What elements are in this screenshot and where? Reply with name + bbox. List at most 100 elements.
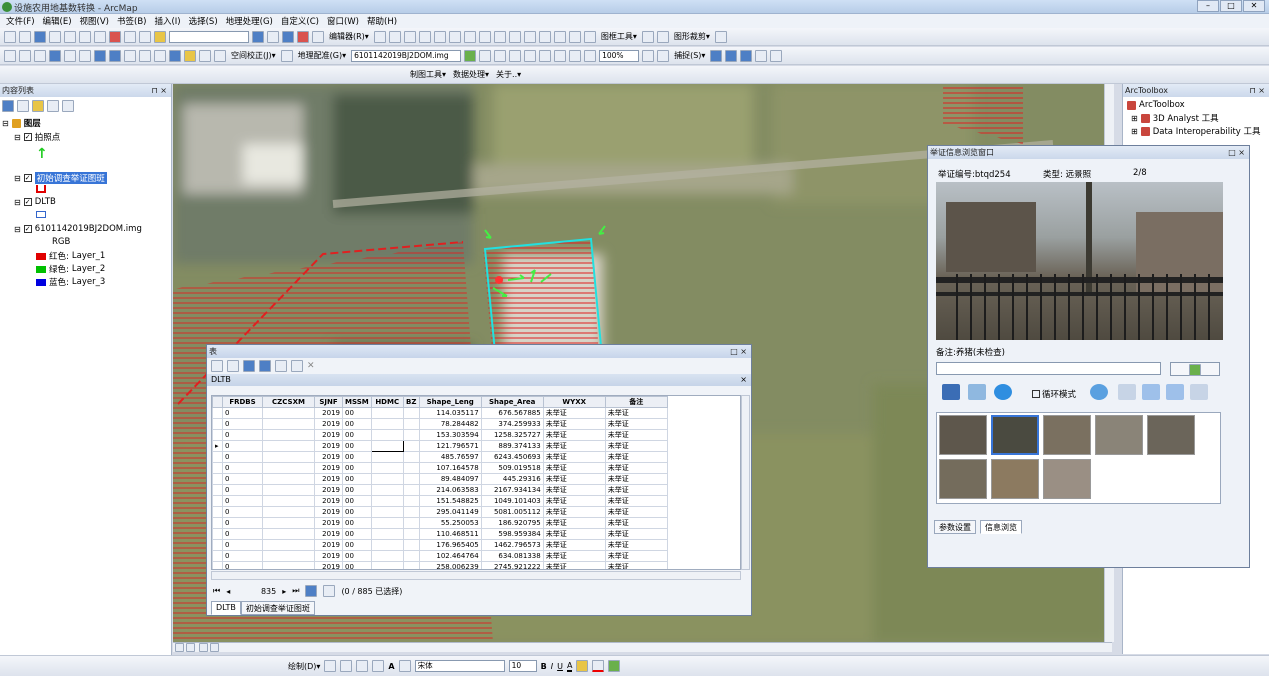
table-cell[interactable]: 0 [222,440,263,452]
table-cell[interactable]: 0 [222,517,263,529]
toolbox-item-3d-analyst[interactable]: ⊞ 3D Analyst 工具 [1131,112,1219,124]
table-cell[interactable]: 1462.796573 [480,539,544,551]
table-cell[interactable]: 55.250053 [418,517,482,529]
select-elements-icon[interactable] [324,660,337,672]
export-photo-button[interactable] [968,384,986,400]
table-cell[interactable]: 未举证 [604,407,668,419]
table-cell[interactable]: 未举证 [542,539,606,551]
table-cell[interactable] [370,407,404,419]
table-cell[interactable] [370,550,404,562]
table-cell[interactable]: 2019 [314,506,343,518]
table-cell[interactable]: 未举证 [542,418,606,430]
table-cell[interactable]: 未举证 [604,517,668,529]
column-header[interactable]: WYXX [542,396,606,408]
photo-thumbnail[interactable] [1147,415,1195,455]
delete-icon[interactable] [109,30,121,43]
column-header[interactable]: Shape_Area [480,396,544,408]
scale-combo[interactable] [169,30,249,43]
select-elements-icon[interactable] [154,49,166,62]
table-cell[interactable]: 0 [222,451,263,463]
table-cell[interactable] [370,495,404,507]
back-extent-icon[interactable] [94,49,106,62]
toolbox-item-data-interop[interactable]: ⊞ Data Interoperability 工具 [1131,125,1261,137]
table-cell[interactable]: 2019 [314,484,343,496]
table-row[interactable]: 0 2019 00 107.164578 509.019518 未举证 未举证 [212,462,668,474]
sketch-properties-icon[interactable] [478,30,491,43]
menu-geoprocessing[interactable]: 地理处理(G) [226,15,273,27]
table-cell[interactable]: 2019 [314,550,343,562]
show-selected-records-icon[interactable] [323,585,336,597]
hyperlink-icon[interactable] [184,49,196,62]
fill-color-icon[interactable] [576,660,589,672]
save-photo-button[interactable] [942,384,960,400]
table-cell[interactable]: 00 [342,440,372,452]
photo-thumbnail[interactable] [939,415,987,455]
table-cell[interactable] [370,429,404,441]
table-cell[interactable]: 0 [222,495,263,507]
menu-windows[interactable]: 窗口(W) [327,15,359,27]
switch-selection-icon[interactable] [259,360,271,372]
table-row[interactable]: 0 2019 00 102.464764 634.081338 未举证 未举证 [212,550,668,562]
table-cell[interactable]: 1049.101403 [480,495,544,507]
zoom-percent-combo[interactable]: 100% [599,49,640,62]
table-vertical-scrollbar[interactable] [741,395,750,570]
table-cell[interactable]: 110.468511 [418,528,482,540]
table-cell[interactable]: 2019 [314,429,343,441]
point-snap-icon[interactable] [710,49,723,62]
table-cell[interactable]: 未举证 [604,440,668,452]
pause-drawing-icon[interactable] [210,643,219,652]
table-cell[interactable]: 00 [342,561,372,569]
table-cell[interactable] [262,539,315,551]
table-cell[interactable]: 未举证 [604,484,668,496]
table-cell[interactable] [262,561,315,569]
table-cell[interactable]: 0 [222,539,263,551]
table-cell[interactable]: 2019 [314,407,343,419]
frame-tools-menu[interactable]: 图框工具▾ [599,31,639,42]
table-cell[interactable] [402,440,420,452]
trace-icon[interactable] [418,30,431,43]
table-cell[interactable]: 2019 [314,561,343,569]
table-row[interactable]: 0 2019 00 485.76597 6243.450693 未举证 未举证 [212,451,668,463]
add-data-icon[interactable] [154,30,166,43]
row-selector[interactable]: ▸ [212,440,223,452]
table-cell[interactable] [402,473,420,485]
draw-menu[interactable]: 绘制(D)▾ [288,661,320,672]
table-cell[interactable]: 0 [222,418,263,430]
table-cell[interactable]: 未举证 [542,506,606,518]
table-cell[interactable] [262,407,315,419]
editor-toolbar-icon[interactable] [252,30,264,43]
table-cell[interactable]: 未举证 [604,429,668,441]
view-link-table-icon[interactable] [494,49,507,62]
split-icon[interactable] [433,30,446,43]
catalog-icon[interactable] [282,30,294,43]
table-cell[interactable] [370,451,404,463]
maximize-button[interactable]: □ [1220,0,1242,12]
forward-extent-icon[interactable] [109,49,121,62]
table-cell[interactable]: 未举证 [604,506,668,518]
photo-thumbnail[interactable] [991,415,1039,455]
north-arrow-icon[interactable] [656,30,669,43]
table-cell[interactable]: 0 [222,506,263,518]
edit-vertices-icon[interactable] [398,660,411,672]
undo-icon[interactable] [124,30,136,43]
redo-icon[interactable] [139,30,151,43]
table-cell[interactable]: 485.76597 [418,451,482,463]
column-header[interactable]: Shape_Leng [418,396,482,408]
fixed-zoom-in-icon[interactable] [64,49,76,62]
table-row[interactable]: 0 2019 00 214.063583 2167.934134 未举证 未举证 [212,484,668,496]
layer-checkbox[interactable]: ✓ [23,174,32,182]
table-cell[interactable]: 186.920795 [480,517,544,529]
full-extent-icon[interactable] [49,49,61,62]
text-tool-icon[interactable]: A [388,662,394,671]
table-cell[interactable]: 2019 [314,473,343,485]
arctoolbox-icon[interactable] [297,30,309,43]
topology-icon[interactable] [493,30,506,43]
attributes-icon[interactable] [463,30,476,43]
menu-selection[interactable]: 选择(S) [189,15,218,27]
row-selector[interactable] [212,473,223,485]
data-view-icon[interactable] [175,643,184,652]
table-cell[interactable]: 00 [342,539,372,551]
table-cell[interactable]: 0 [222,407,263,419]
table-cell[interactable] [262,528,315,540]
toc-layer-evidence-parcels[interactable]: ⊟ ✓ 初始调查举证图斑 [14,172,107,184]
